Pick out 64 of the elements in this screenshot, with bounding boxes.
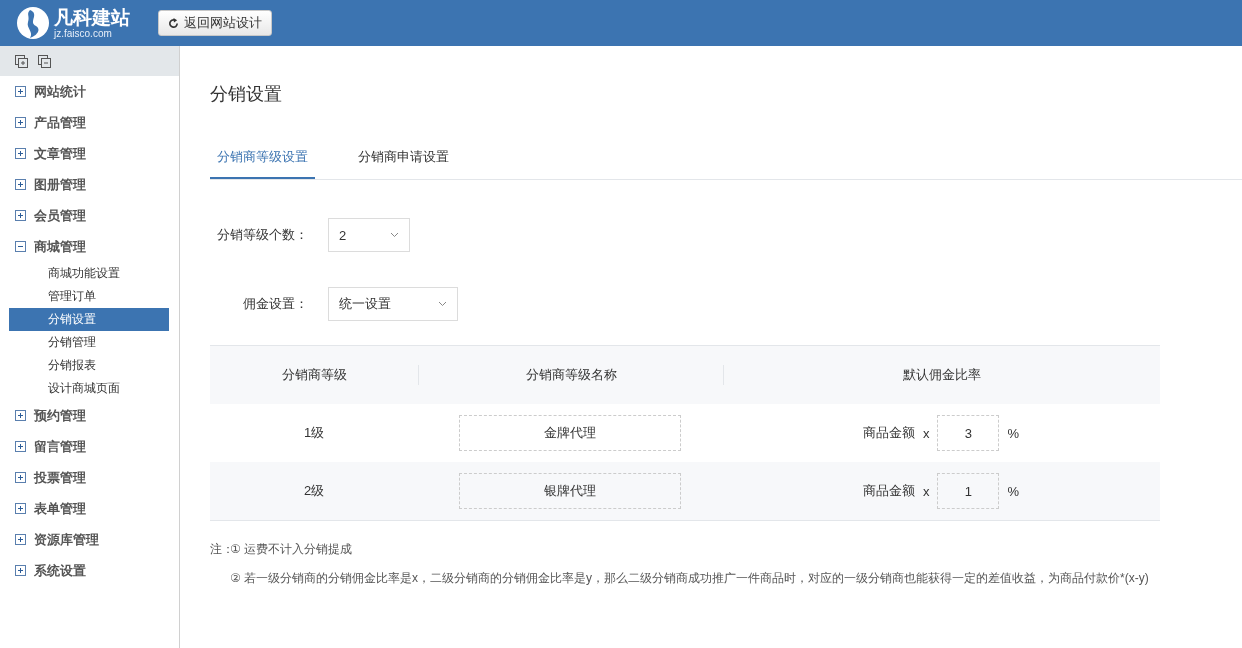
rate-field[interactable]: 3: [937, 415, 1000, 451]
multiply-sign: x: [922, 425, 930, 441]
expand-icon[interactable]: [15, 503, 26, 514]
column-header: 分销商等级: [281, 366, 347, 384]
expand-icon[interactable]: [15, 210, 26, 221]
expand-icon[interactable]: [15, 86, 26, 97]
column-header: 分销商等级名称: [525, 366, 617, 384]
back-button[interactable]: 返回网站设计: [158, 10, 272, 36]
expand-icon[interactable]: [15, 472, 26, 483]
expand-icon[interactable]: [15, 148, 26, 159]
note-text: ① 运费不计入分销提成: [230, 541, 354, 558]
expand-all-icon[interactable]: [15, 54, 28, 68]
name-field[interactable]: 银牌代理: [459, 473, 681, 509]
name-field[interactable]: 金牌代理: [459, 415, 681, 451]
tab[interactable]: 分销商等级设置: [210, 136, 315, 179]
sidebar-item[interactable]: 投票管理: [34, 468, 86, 487]
sidebar-item[interactable]: 产品管理: [34, 113, 86, 132]
table-cell: 1级: [303, 424, 325, 442]
sidebar-item[interactable]: 预约管理: [34, 406, 86, 425]
sidebar-item[interactable]: 会员管理: [34, 206, 86, 225]
percent-sign: %: [1007, 483, 1020, 499]
rate-field[interactable]: 1: [937, 473, 1000, 509]
expand-icon[interactable]: [15, 534, 26, 545]
chevron-down-icon: [390, 232, 399, 238]
sidebar-subitem[interactable]: 分销管理: [9, 331, 169, 354]
chevron-down-icon: [438, 301, 447, 307]
page-title: 分销设置: [210, 83, 283, 106]
form-label: 分销等级个数：: [216, 226, 309, 244]
sidebar-item[interactable]: 商城管理: [34, 237, 86, 256]
multiply-sign: x: [922, 483, 930, 499]
sidebar-item[interactable]: 文章管理: [34, 144, 86, 163]
sidebar-subitem[interactable]: 分销报表: [9, 354, 169, 377]
logo-name: 凡科建站: [54, 7, 130, 27]
sidebar-item[interactable]: 表单管理: [34, 499, 86, 518]
sidebar-item[interactable]: 图册管理: [34, 175, 86, 194]
sidebar-item[interactable]: 留言管理: [34, 437, 86, 456]
logo-icon: [16, 6, 50, 40]
expand-icon[interactable]: [15, 179, 26, 190]
expand-icon[interactable]: [15, 441, 26, 452]
expand-icon[interactable]: [15, 117, 26, 128]
sidebar-item[interactable]: 网站统计: [34, 82, 86, 101]
dropdown[interactable]: 统一设置: [328, 287, 458, 321]
expand-icon[interactable]: [15, 410, 26, 421]
form-label: 佣金设置：: [242, 295, 309, 313]
dropdown[interactable]: 2: [328, 218, 410, 252]
tab[interactable]: 分销商申请设置: [351, 136, 456, 179]
expand-icon[interactable]: [15, 565, 26, 576]
note-text: ② 若一级分销商的分销佣金比率是x，二级分销商的分销佣金比率是y，那么二级分销商成功推广一件商品时，对应的一级分销商也能获得一定的差值收益，为商品付款价*(x-y): [230, 570, 1149, 587]
logo-url: jz.faisco.com: [54, 28, 113, 39]
percent-sign: %: [1007, 425, 1020, 441]
table-cell: 2级: [303, 482, 325, 500]
sidebar-subitem[interactable]: 设计商城页面: [9, 377, 169, 400]
collapse-all-icon[interactable]: [38, 54, 51, 68]
sidebar-subitem[interactable]: 管理订单: [9, 285, 169, 308]
sidebar-item[interactable]: 资源库管理: [34, 530, 99, 549]
refresh-icon: [168, 17, 179, 29]
column-header: 默认佣金比率: [903, 366, 981, 384]
sidebar-item[interactable]: 系统设置: [34, 561, 86, 580]
collapse-icon[interactable]: [15, 241, 26, 252]
table-cell: 商品金额: [862, 424, 915, 442]
sidebar-subitem[interactable]: 分销设置: [9, 308, 169, 331]
notes-label: 注：: [210, 541, 230, 558]
table-cell: 商品金额: [862, 482, 915, 500]
sidebar-subitem[interactable]: 商城功能设置: [9, 262, 169, 285]
